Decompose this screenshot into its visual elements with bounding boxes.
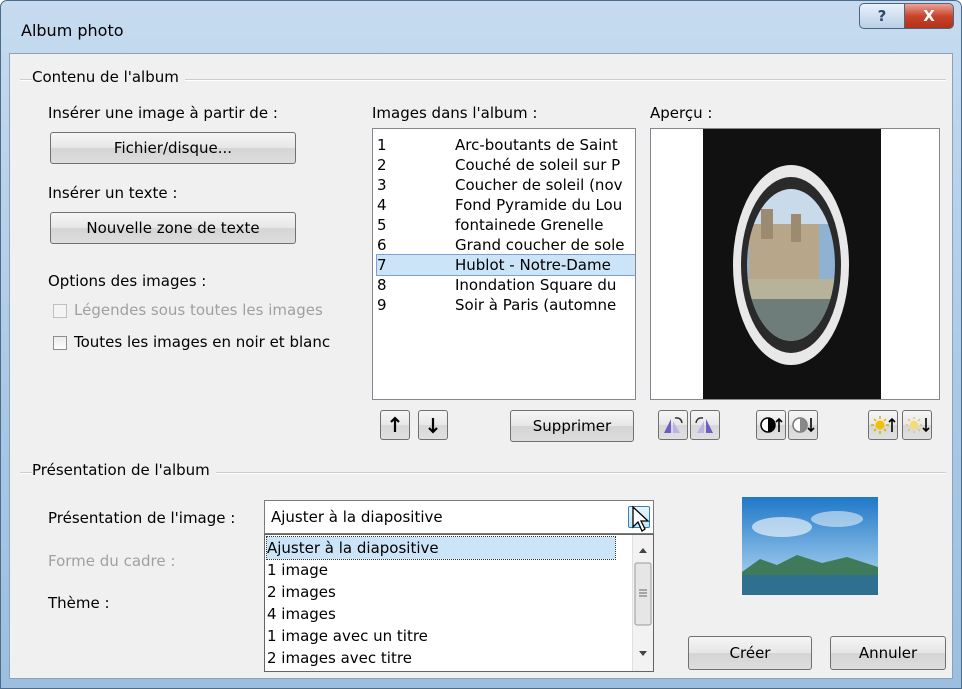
frame-shape-label: Forme du cadre :	[48, 552, 176, 570]
close-icon: X	[923, 7, 935, 25]
image-options-label: Options des images :	[48, 272, 207, 290]
images-listbox[interactable]: 1 Arc-boutants de Saint 2 Couché de soleil …	[372, 128, 636, 400]
brightness-up-icon	[871, 416, 896, 434]
list-item[interactable]: 8 Inondation Square du	[377, 275, 635, 295]
list-item-number: 5	[377, 216, 387, 234]
list-item-number: 8	[377, 276, 387, 294]
list-item[interactable]: 9 Soir à Paris (automne	[377, 295, 635, 315]
list-item-number: 3	[377, 176, 387, 194]
list-item-name: Grand coucher de sole	[455, 236, 625, 254]
black-white-checkbox-label: Toutes les images en noir et blanc	[74, 333, 331, 351]
layout-group-title: Présentation de l'album	[32, 461, 216, 479]
move-down-button[interactable]	[418, 410, 448, 440]
list-item-number: 7	[377, 256, 387, 274]
list-item[interactable]: 2 Couché de soleil sur P	[377, 155, 635, 175]
list-item-name: fontainede Grenelle	[455, 216, 604, 234]
file-disk-button[interactable]: Fichier/disque...	[50, 132, 296, 164]
theme-preview-image	[742, 497, 878, 595]
dropdown-option[interactable]: 2 images	[267, 581, 615, 603]
brightness-down-button[interactable]	[902, 410, 932, 440]
title-bar[interactable]: Album photo ? X	[1, 1, 961, 53]
scroll-down-icon	[639, 651, 647, 656]
theme-label: Thème :	[48, 594, 110, 612]
insert-image-label: Insérer une image à partir de :	[48, 104, 278, 122]
scrollbar-arrows	[634, 548, 652, 656]
dropdown-option[interactable]: 1 image avec un titre	[267, 625, 615, 647]
brightness-up-button[interactable]	[868, 410, 898, 440]
move-up-button[interactable]	[380, 410, 410, 440]
dropdown-scrollbar[interactable]	[632, 535, 653, 671]
rotate-left-button[interactable]	[658, 410, 688, 440]
create-button[interactable]: Créer	[688, 636, 812, 670]
list-item-name: Coucher de soleil (nov	[455, 176, 623, 194]
mouse-cursor-icon	[632, 505, 650, 532]
dropdown-option[interactable]: 2 images avec titre	[267, 647, 615, 669]
picture-layout-label: Présentation de l'image :	[48, 509, 236, 527]
list-item[interactable]: 3 Coucher de soleil (nov	[377, 175, 635, 195]
arrow-down-icon	[428, 418, 438, 434]
cancel-button[interactable]: Annuler	[830, 636, 946, 670]
picture-layout-combo[interactable]: Ajuster à la diapositive	[264, 500, 654, 534]
dialog-body: Contenu de l'album Insérer une image à p…	[9, 53, 953, 679]
dropdown-option[interactable]: Ajuster à la diapositive	[266, 536, 616, 560]
new-textbox-button[interactable]: Nouvelle zone de texte	[50, 212, 296, 244]
content-group-title: Contenu de l'album	[32, 68, 185, 86]
list-item-number: 6	[377, 236, 387, 254]
list-item-name: Arc-boutants de Saint	[455, 136, 618, 154]
brightness-down-icon	[906, 417, 930, 433]
list-item-number: 2	[377, 156, 387, 174]
close-button[interactable]: X	[904, 3, 954, 29]
black-white-checkbox[interactable]	[53, 336, 67, 350]
rotate-right-button[interactable]	[690, 410, 720, 440]
preview-label: Aperçu :	[650, 104, 713, 122]
delete-button[interactable]: Supprimer	[510, 410, 634, 442]
preview-pane	[650, 128, 940, 400]
list-item-number: 4	[377, 196, 387, 214]
picture-layout-dropdown-list[interactable]: Ajuster à la diapositive 1 image 2 images 4…	[264, 534, 654, 672]
contrast-up-icon	[760, 417, 783, 433]
contrast-up-button[interactable]	[756, 410, 786, 440]
dropdown-option[interactable]: 4 images	[267, 603, 615, 625]
contrast-down-icon	[792, 417, 815, 433]
list-item[interactable]: 6 Grand coucher de sole	[377, 235, 635, 255]
list-item[interactable]: 4 Fond Pyramide du Lou	[377, 195, 635, 215]
list-item-number: 1	[377, 136, 387, 154]
arrow-up-icon	[390, 416, 400, 432]
preview-image	[703, 129, 881, 399]
dropdown-option[interactable]: 1 image	[267, 559, 615, 581]
list-item-name: Hublot - Notre-Dame	[455, 256, 611, 274]
list-item-name: Fond Pyramide du Lou	[455, 196, 623, 214]
list-item[interactable]: 1 Arc-boutants de Saint	[377, 135, 635, 155]
list-item[interactable]: 5 fontainede Grenelle	[377, 215, 635, 235]
list-item-name: Soir à Paris (automne	[455, 296, 617, 314]
images-in-album-label: Images dans l'album :	[372, 104, 538, 122]
list-item[interactable]: 7 Hublot - Notre-Dame	[376, 254, 635, 276]
insert-text-label: Insérer un texte :	[48, 184, 178, 202]
window-title: Album photo	[21, 21, 124, 40]
rotate-left-icon	[664, 417, 683, 433]
list-item-number: 9	[377, 296, 387, 314]
scroll-up-icon	[639, 548, 647, 553]
contrast-down-button[interactable]	[788, 410, 818, 440]
picture-layout-value: Ajuster à la diapositive	[271, 508, 443, 526]
list-item-name: Inondation Square du	[455, 276, 617, 294]
help-button[interactable]: ?	[859, 3, 905, 29]
captions-checkbox[interactable]	[53, 304, 67, 318]
dialog-window: Album photo ? X Contenu de l'album Insér…	[0, 0, 962, 689]
rotate-right-icon	[695, 417, 713, 433]
captions-checkbox-label: Légendes sous toutes les images	[74, 301, 323, 319]
list-item-name: Couché de soleil sur P	[455, 156, 621, 174]
